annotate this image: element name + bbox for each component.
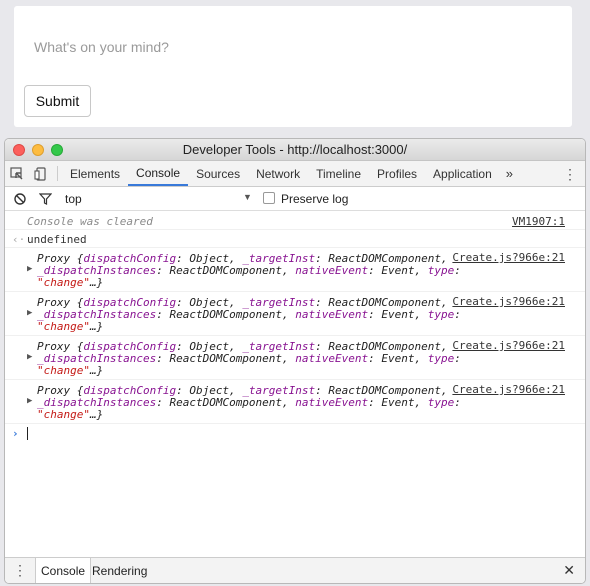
devtools-window: Developer Tools - http://localhost:3000/… bbox=[4, 138, 586, 584]
console-log-entry: Proxy {dispatchConfig: Object, _targetIn… bbox=[5, 292, 585, 336]
console-log-entry: Proxy {dispatchConfig: Object, _targetIn… bbox=[5, 380, 585, 424]
source-link[interactable]: Create.js?966e:21 bbox=[452, 295, 565, 308]
status-input[interactable] bbox=[34, 36, 554, 58]
tab-application[interactable]: Application bbox=[425, 161, 500, 186]
submit-button[interactable]: Submit bbox=[24, 85, 91, 117]
devtools-menu-icon[interactable]: ⋮ bbox=[563, 165, 577, 183]
console-drawer: ⋮ Console Rendering ✕ bbox=[5, 557, 585, 583]
chevron-down-icon[interactable]: ▼ bbox=[243, 192, 252, 202]
close-icon[interactable]: ✕ bbox=[563, 562, 575, 579]
clear-console-icon[interactable] bbox=[14, 193, 26, 208]
result-arrow-icon: ‹· bbox=[12, 233, 26, 246]
source-link[interactable]: Create.js?966e:21 bbox=[452, 339, 565, 352]
filter-icon[interactable] bbox=[38, 193, 53, 208]
log-object-line: "change"…} bbox=[37, 364, 104, 377]
prompt-caret-icon: › bbox=[12, 427, 19, 440]
toolbar-divider bbox=[57, 166, 58, 181]
inspect-element-icon[interactable] bbox=[5, 161, 29, 186]
text-cursor bbox=[27, 427, 28, 440]
source-link[interactable]: Create.js?966e:21 bbox=[452, 251, 565, 264]
tab-timeline[interactable]: Timeline bbox=[308, 161, 369, 186]
tab-sources[interactable]: Sources bbox=[188, 161, 248, 186]
console-log-entry: Proxy {dispatchConfig: Object, _targetIn… bbox=[5, 248, 585, 292]
tab-profiles[interactable]: Profiles bbox=[369, 161, 425, 186]
tab-network[interactable]: Network bbox=[248, 161, 308, 186]
expand-triangle-icon[interactable]: ▶ bbox=[27, 396, 32, 406]
more-tabs-button[interactable]: » bbox=[500, 161, 519, 186]
source-link[interactable]: Create.js?966e:21 bbox=[452, 383, 565, 396]
device-toolbar-icon[interactable] bbox=[29, 161, 53, 186]
cleared-text: Console was cleared bbox=[27, 215, 153, 228]
devtools-tabbar: Elements Console Sources Network Timeline Pro… bbox=[5, 161, 585, 187]
log-object-line: "change"…} bbox=[37, 320, 104, 333]
console-output: Console was cleared VM1907:1 ‹· undefine… bbox=[5, 211, 585, 444]
console-log-entry: Proxy {dispatchConfig: Object, _targetIn… bbox=[5, 336, 585, 380]
context-selector[interactable]: top bbox=[65, 192, 82, 206]
window-title: Developer Tools - http://localhost:3000/ bbox=[182, 142, 408, 157]
log-object-line: "change"…} bbox=[37, 276, 104, 289]
preserve-log-label: Preserve log bbox=[281, 192, 349, 206]
console-message-cleared: Console was cleared VM1907:1 bbox=[5, 211, 585, 230]
app-card: Submit bbox=[14, 6, 572, 127]
tab-elements[interactable]: Elements bbox=[62, 161, 128, 186]
tab-console[interactable]: Console bbox=[128, 161, 189, 186]
drawer-menu-icon[interactable]: ⋮ bbox=[13, 562, 27, 579]
log-object-line: "change"…} bbox=[37, 408, 104, 421]
drawer-tab-rendering[interactable]: Rendering bbox=[87, 558, 152, 583]
expand-triangle-icon[interactable]: ▶ bbox=[27, 308, 32, 318]
expand-triangle-icon[interactable]: ▶ bbox=[27, 264, 32, 274]
window-titlebar: Developer Tools - http://localhost:3000/ bbox=[5, 139, 585, 161]
console-result: ‹· undefined bbox=[5, 230, 585, 248]
source-link[interactable]: VM1907:1 bbox=[512, 215, 565, 228]
drawer-tab-console[interactable]: Console bbox=[35, 558, 92, 583]
preserve-log-checkbox[interactable] bbox=[263, 192, 275, 204]
result-value: undefined bbox=[27, 233, 87, 246]
console-filterbar: top ▼ Preserve log bbox=[5, 187, 585, 211]
expand-triangle-icon[interactable]: ▶ bbox=[27, 352, 32, 362]
console-prompt[interactable]: › bbox=[5, 424, 585, 444]
